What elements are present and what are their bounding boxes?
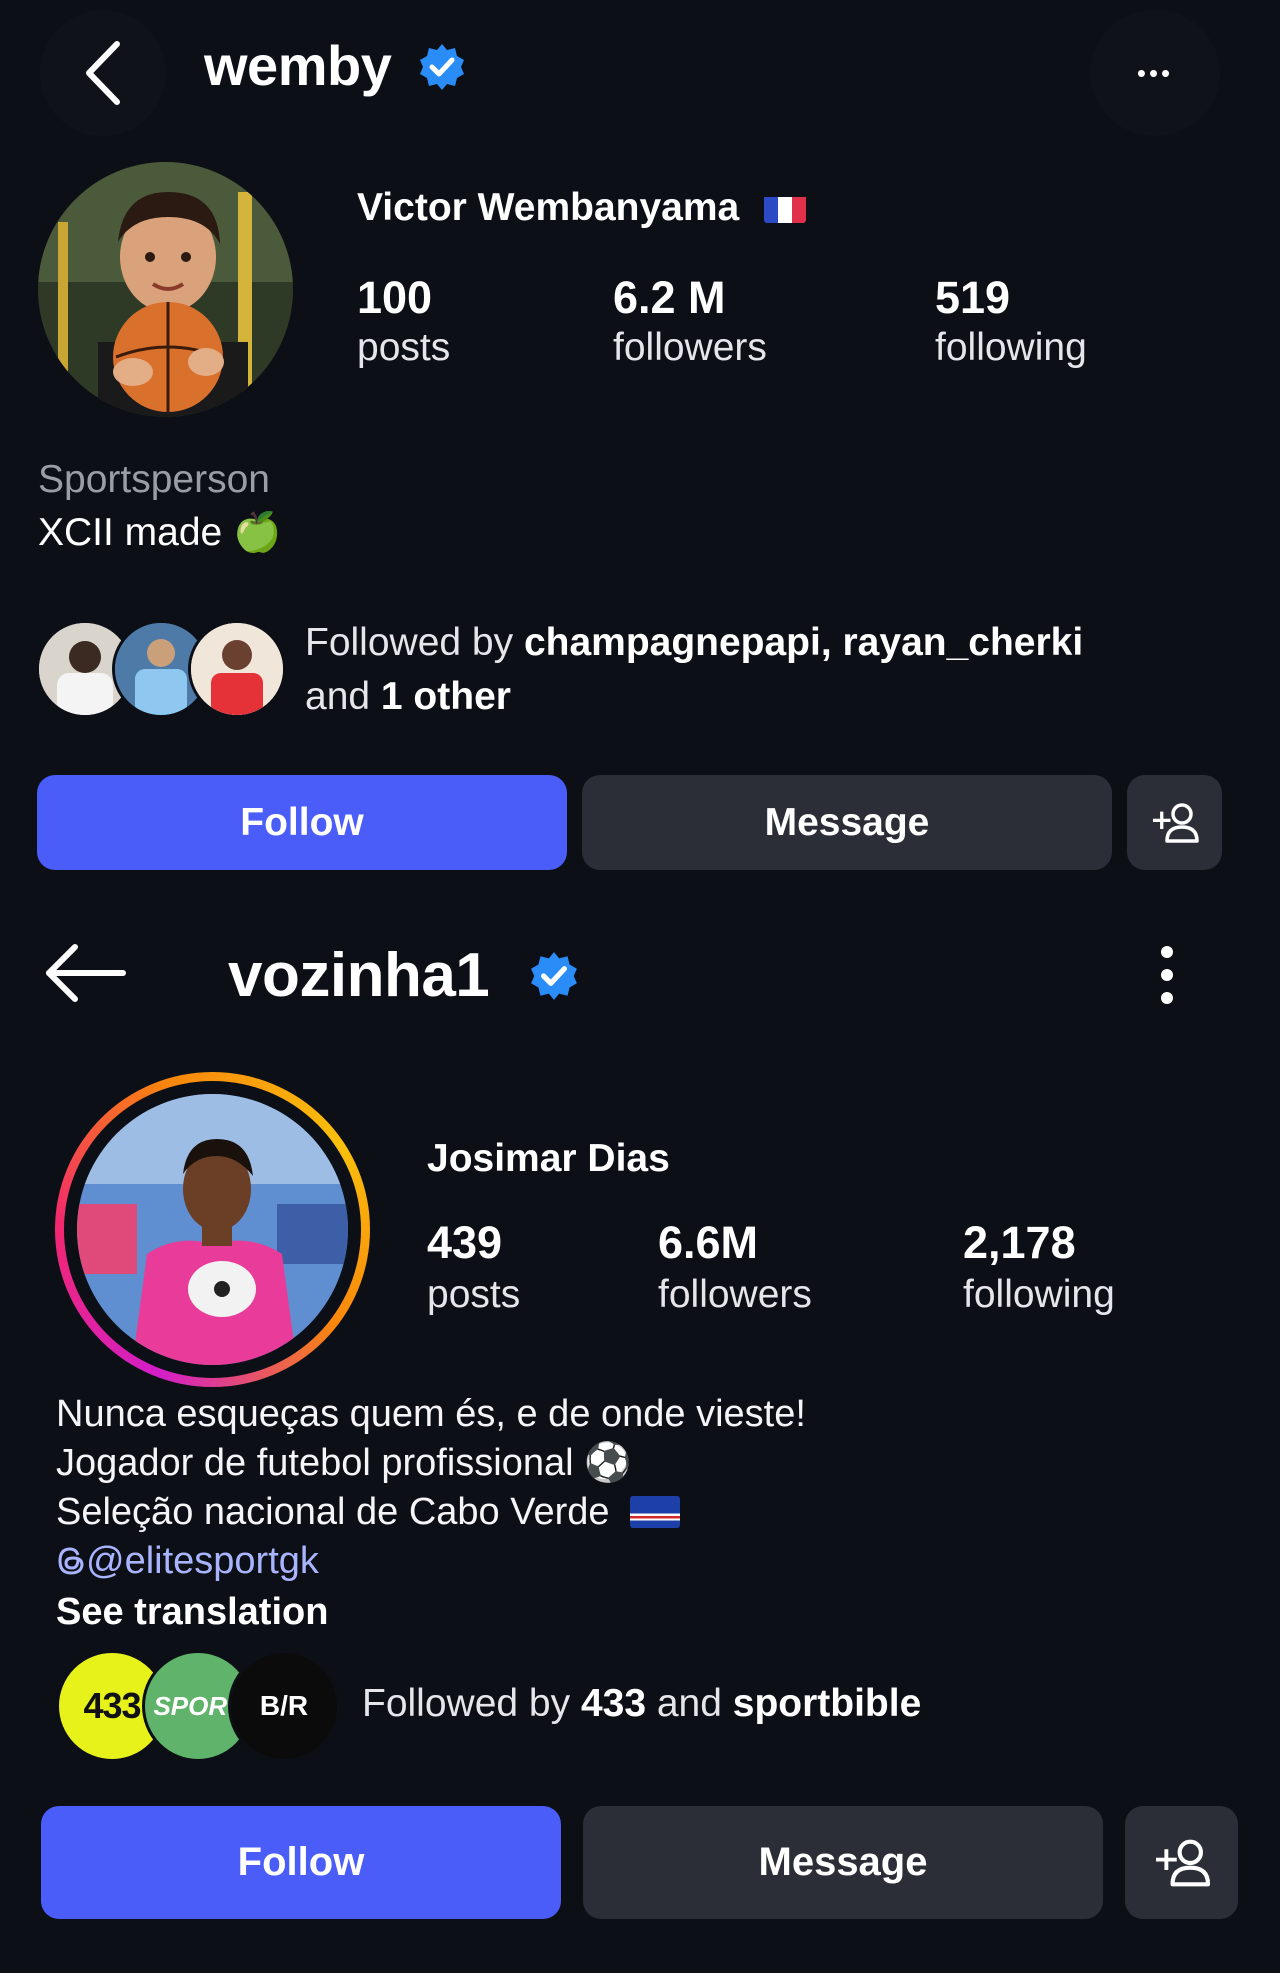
more-options-button[interactable]: ••• [1090, 10, 1220, 136]
more-options-button[interactable] [1142, 940, 1192, 1010]
followed-by-and: and [305, 675, 381, 718]
verified-badge-icon [420, 44, 464, 90]
stat-posts[interactable]: 100 posts [357, 272, 450, 372]
display-name: Josimar Dias [427, 1137, 670, 1180]
profile-avatar[interactable] [55, 1072, 370, 1387]
stat-following-value: 519 [935, 272, 1011, 323]
stat-posts[interactable]: 439 posts [427, 1216, 520, 1320]
display-name-text: Victor Wembanyama [357, 186, 740, 229]
message-button[interactable]: Message [583, 1806, 1103, 1919]
stat-followers[interactable]: 6.6M followers [658, 1216, 812, 1320]
profile-username: wemby [204, 34, 392, 97]
stat-posts-label: posts [427, 1273, 521, 1316]
suggested-people-button[interactable]: + [1127, 775, 1222, 870]
add-person-icon: + [1152, 1839, 1210, 1886]
display-name: Victor Wembanyama [357, 186, 807, 230]
avatar-image [38, 162, 293, 417]
followed-by-prefix: Followed by [305, 621, 524, 664]
profile-wemby: wemby ••• Victor Wembanyama 100 posts 6.… [0, 0, 1280, 880]
bio-line-3: Seleção nacional de Cabo Verde [56, 1488, 681, 1536]
stat-posts-value: 439 [427, 1217, 503, 1268]
stat-followers-label: followers [613, 326, 767, 369]
followed-by-text[interactable]: Followed by champagnepapi, rayan_cherki … [305, 616, 1205, 724]
suggested-people-button[interactable]: + [1125, 1806, 1238, 1919]
stat-following[interactable]: 519 following [935, 272, 1087, 372]
bio-text: XCII made [38, 511, 223, 554]
followed-by-text[interactable]: Followed by 433 and sportbible [362, 1678, 1242, 1730]
followed-by-other: 1 other [380, 675, 511, 718]
stat-posts-value: 100 [357, 272, 433, 323]
mutual-followers-avatars[interactable] [36, 620, 286, 718]
stat-following-label: following [935, 326, 1087, 369]
message-button[interactable]: Message [582, 775, 1112, 870]
followed-by-and: and [646, 1682, 733, 1725]
chevron-left-icon [86, 41, 120, 105]
flag-france [764, 193, 807, 223]
mutual-followers-avatars[interactable]: 433 SPORT B/R [56, 1650, 340, 1762]
more-horizontal-icon: ••• [1136, 57, 1174, 88]
follow-button[interactable]: Follow [37, 775, 567, 870]
followed-by-prefix: Followed by [362, 1682, 581, 1725]
stat-following[interactable]: 2,178 following [963, 1216, 1115, 1320]
avatar-image [77, 1094, 348, 1365]
stat-followers-value: 6.6M [658, 1217, 759, 1268]
profile-category: Sportsperson [38, 458, 270, 501]
followed-by-433: 433 [580, 1682, 647, 1725]
bio-line-2: Jogador de futebol profissional ⚽ [56, 1442, 632, 1484]
stat-following-value: 2,178 [963, 1217, 1076, 1268]
profile-avatar[interactable] [38, 162, 293, 417]
flag-cabo-verde [630, 1496, 681, 1528]
stat-posts-label: posts [357, 326, 451, 369]
followed-by-names: champagnepapi, rayan_cherki [523, 621, 1084, 664]
profile-bio: XCII made 🍏 [38, 508, 282, 558]
stat-followers-value: 6.2 M [613, 272, 726, 323]
bio-line-1: Nunca esqueças quem és, e de onde vieste… [56, 1393, 806, 1435]
back-button[interactable] [40, 938, 130, 1008]
stat-followers[interactable]: 6.2 M followers [613, 272, 767, 372]
add-person-icon: + [1150, 803, 1199, 843]
follow-button[interactable]: Follow [41, 1806, 561, 1919]
back-button[interactable] [40, 10, 166, 136]
green-apple-icon: 🍏 [233, 511, 282, 554]
threads-icon [58, 1547, 84, 1575]
profile-username: vozinha1 [228, 941, 490, 1010]
bio-link-text: @elitesportgk [86, 1540, 319, 1582]
mutual-avatar-3 [188, 620, 286, 718]
followed-by-sportbible: sportbible [732, 1682, 922, 1725]
see-translation-button[interactable]: See translation [56, 1588, 328, 1636]
verified-badge-icon [531, 952, 577, 1000]
mutual-avatar-br: B/R [228, 1650, 340, 1762]
bio-link[interactable]: @elitesportgk [56, 1537, 319, 1585]
bio-line-3-text: Seleção nacional de Cabo Verde [56, 1491, 610, 1533]
mutual-avatar-3-image [191, 623, 283, 715]
profile-vozinha1: vozinha1 Josimar Dias 439 posts 6.6M fol… [0, 900, 1280, 1973]
arrow-left-icon [46, 944, 126, 1002]
more-vertical-icon [1161, 946, 1173, 1004]
stat-following-label: following [963, 1273, 1115, 1316]
mutual-avatar-br-text: B/R [259, 1690, 309, 1721]
stat-followers-label: followers [658, 1273, 812, 1316]
